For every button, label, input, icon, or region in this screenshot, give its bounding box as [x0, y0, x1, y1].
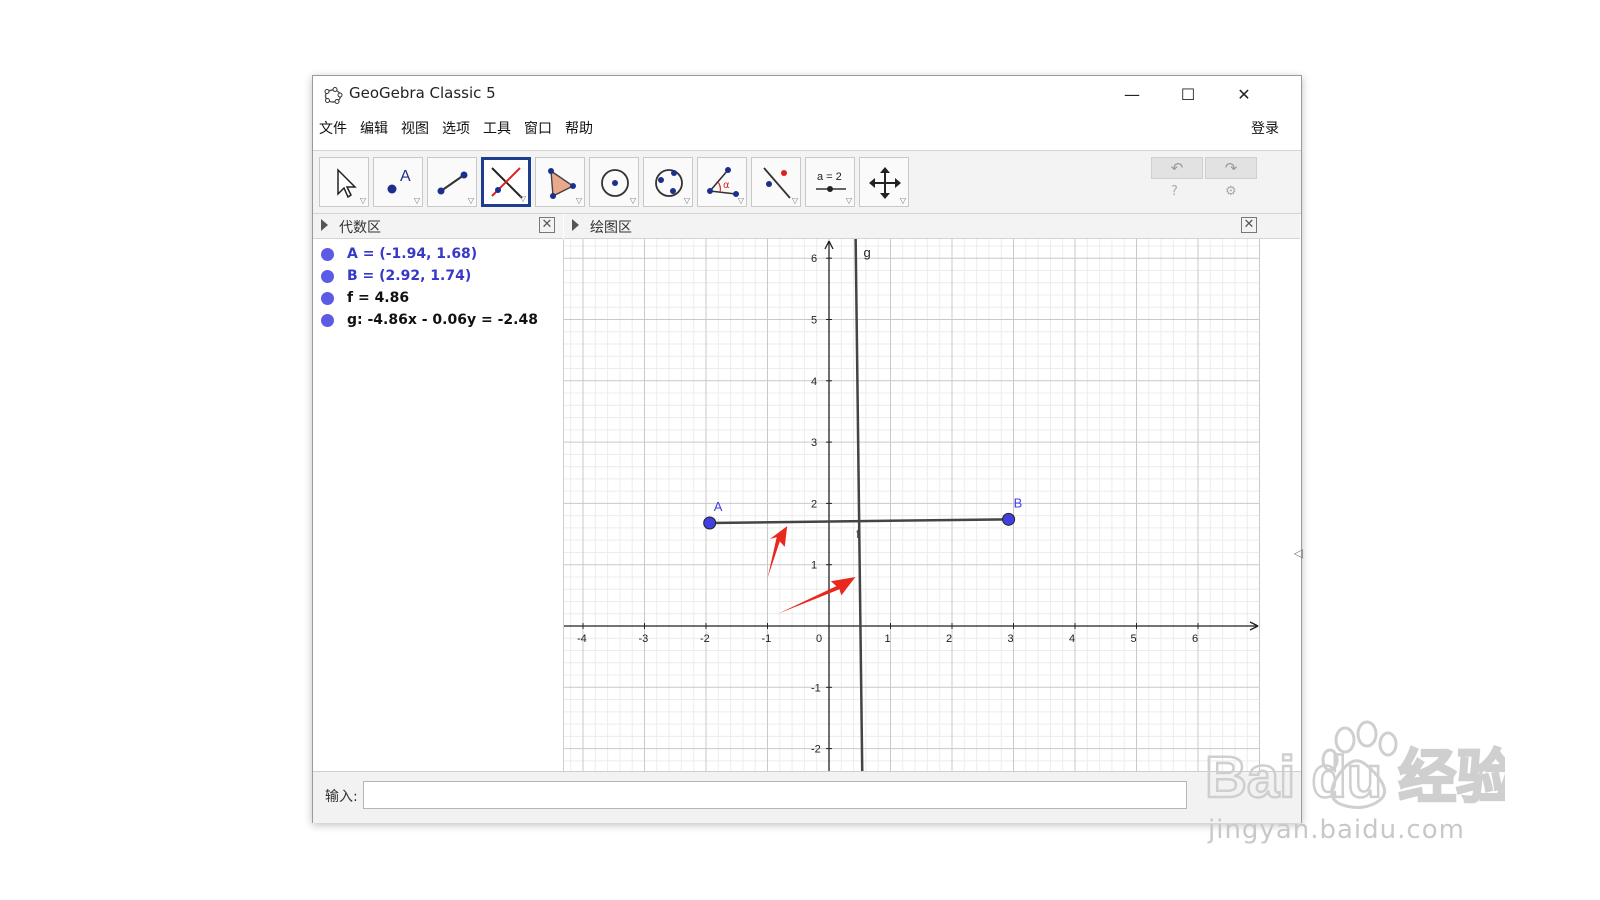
x-tick-label: -4 [577, 633, 587, 645]
polygon-tool-button[interactable]: ▽ [535, 157, 585, 207]
menu-view[interactable]: 视图 [401, 118, 429, 138]
line-g-label: g [863, 245, 870, 260]
x-tick-label: 2 [946, 633, 952, 645]
angle-tool-button[interactable]: α ▽ [697, 157, 747, 207]
menu-window[interactable]: 窗口 [524, 118, 552, 138]
tick-labels: -4 -3 -2 -1 0 1 2 3 4 5 6 6 5 4 3 2 1 -1 -2 [577, 253, 1198, 755]
input-bar: 输入: [313, 771, 1301, 823]
expand-panel-icon[interactable]: ◁ [1294, 546, 1303, 560]
axes [564, 240, 1259, 771]
y-tick-label: 2 [811, 498, 817, 510]
point-b[interactable] [1002, 512, 1016, 526]
geometry-objects: gfA B [703, 239, 1023, 771]
graphics-view[interactable]: -4 -3 -2 -1 0 1 2 3 4 5 6 6 5 4 3 2 1 -1 -2 gfAB [564, 239, 1260, 771]
y-tick-label: 1 [811, 560, 817, 572]
y-tick-label: 4 [811, 376, 817, 388]
redo-icon: ↷ [1224, 159, 1238, 177]
undo-icon: ↶ [1170, 159, 1184, 177]
algebra-item-text: f = 4.86 [347, 290, 410, 306]
menu-tools[interactable]: 工具 [483, 118, 511, 138]
title-bar: GeoGebra Classic 5 — ☐ ✕ [313, 76, 1301, 112]
x-tick-label: -3 [639, 633, 649, 645]
visibility-toggle-icon[interactable] [321, 270, 334, 283]
point-a-label: A [714, 499, 723, 514]
login-link[interactable]: 登录 [1251, 118, 1279, 138]
watermark-brand: Bai du 经验 [1205, 745, 1505, 810]
settings-icon[interactable]: ⚙ [1225, 184, 1237, 199]
algebra-close-icon[interactable]: ✕ [539, 217, 555, 233]
x-tick-label: 0 [816, 633, 822, 645]
y-tick-label: -1 [811, 682, 821, 694]
algebra-view-header: 代数区 ✕ [313, 214, 563, 239]
point-tool-button[interactable]: A ▽ [373, 157, 423, 207]
major-grid [564, 239, 1260, 771]
segment-tool-button[interactable]: ▽ [427, 157, 477, 207]
window-title: GeoGebra Classic 5 [349, 84, 496, 102]
algebra-item-text: g: -4.86x - 0.06y = -2.48 [347, 312, 538, 328]
menu-help[interactable]: 帮助 [565, 118, 593, 138]
x-tick-label: -2 [700, 633, 710, 645]
visibility-toggle-icon[interactable] [321, 292, 334, 305]
move-view-tool-button[interactable]: ▽ [859, 157, 909, 207]
menu-options[interactable]: 选项 [442, 118, 470, 138]
ellipse-tool-button[interactable]: ▽ [643, 157, 693, 207]
svg-text:α: α [723, 180, 730, 191]
line-g[interactable] [854, 239, 864, 771]
perpendicular-line-tool-button[interactable]: ▽ [481, 157, 531, 207]
minimize-button[interactable]: — [1109, 76, 1155, 112]
menu-bar: 文件 编辑 视图 选项 工具 窗口 帮助 登录 [313, 114, 1301, 140]
reflect-tool-button[interactable]: ▽ [751, 157, 801, 207]
watermark-url: jingyan.baidu.com [1208, 815, 1465, 845]
circle-tool-button[interactable]: ▽ [589, 157, 639, 207]
toolbar: ▽ A ▽ ▽ ▽ ▽ ▽ ▽ α ▽ ▽ a = 2 ▽ ▽ ↶ ↷ ? ⚙ [313, 150, 1301, 214]
maximize-icon: ☐ [1180, 84, 1196, 104]
y-tick-label: 5 [811, 315, 817, 327]
algebra-view-title: 代数区 [339, 220, 381, 236]
graphics-toggle-icon[interactable] [572, 219, 579, 231]
visibility-toggle-icon[interactable] [321, 314, 334, 327]
close-button[interactable]: ✕ [1221, 76, 1267, 112]
geogebra-window: GeoGebra Classic 5 — ☐ ✕ 文件 编辑 视图 选项 工具 … [312, 75, 1303, 823]
algebra-view: A = (-1.94, 1.68) B = (2.92, 1.74) f = 4… [313, 239, 564, 771]
graphics-canvas[interactable]: -4 -3 -2 -1 0 1 2 3 4 5 6654321-1-2 gfA B [564, 239, 1260, 771]
slider-tool-button[interactable]: a = 2 ▽ [805, 157, 855, 207]
graphics-close-icon[interactable]: ✕ [1241, 217, 1257, 233]
point-b-label: B [1014, 495, 1023, 510]
minor-grid [564, 239, 1260, 771]
algebra-item-text: A = (-1.94, 1.68) [347, 246, 478, 262]
point-a[interactable] [703, 516, 717, 530]
y-tick-label: 6 [811, 253, 817, 265]
algebra-item-text: B = (2.92, 1.74) [347, 268, 472, 284]
slider-tool-label: a = 2 [817, 171, 842, 183]
x-tick-label: 1 [885, 633, 891, 645]
input-field[interactable] [363, 781, 1187, 809]
geogebra-logo-icon [324, 87, 343, 104]
x-tick-label: 6 [1192, 633, 1198, 645]
input-label: 输入: [325, 789, 358, 805]
move-tool-button[interactable]: ▽ [319, 157, 369, 207]
y-tick-label: 3 [811, 437, 817, 449]
help-icon[interactable]: ? [1171, 184, 1178, 199]
x-tick-label: -1 [762, 633, 772, 645]
menu-edit[interactable]: 编辑 [360, 118, 388, 138]
y-tick-label: -2 [811, 744, 821, 756]
graphics-view-title: 绘图区 [590, 220, 632, 236]
redo-button[interactable]: ↷ [1205, 157, 1257, 179]
x-tick-label: 3 [1008, 633, 1014, 645]
graphics-view-header: 绘图区 ✕ [564, 214, 1300, 239]
x-tick-label: 4 [1069, 633, 1075, 645]
minimize-icon: — [1124, 84, 1140, 104]
x-tick-label: 5 [1131, 633, 1137, 645]
maximize-button[interactable]: ☐ [1165, 76, 1211, 112]
undo-button[interactable]: ↶ [1151, 157, 1203, 179]
close-icon: ✕ [1237, 84, 1251, 104]
svg-text:A: A [400, 168, 411, 185]
menu-file[interactable]: 文件 [319, 118, 347, 138]
visibility-toggle-icon[interactable] [321, 248, 334, 261]
algebra-toggle-icon[interactable] [321, 219, 328, 231]
